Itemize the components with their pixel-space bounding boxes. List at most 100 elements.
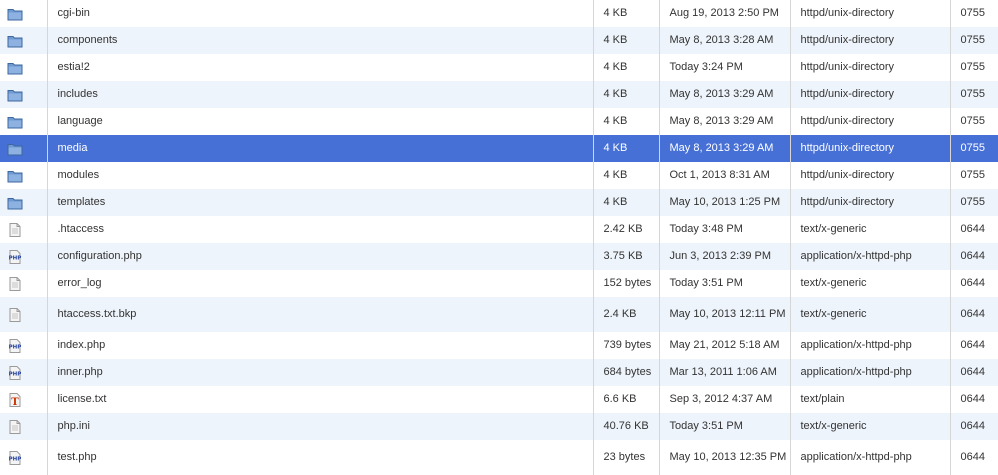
file-name[interactable]: .htaccess	[46, 216, 593, 243]
file-row-htaccess[interactable]: .htaccess 2.42 KB Today 3:48 PM text/x-gene…	[0, 216, 998, 243]
file-type: httpd/unix-directory	[789, 81, 950, 108]
generic-file-icon[interactable]	[7, 222, 23, 238]
generic-file-icon[interactable]	[7, 276, 23, 292]
file-permissions[interactable]: 0644	[949, 297, 998, 332]
file-icon-cell[interactable]	[0, 54, 30, 81]
file-icon-cell[interactable]: PHP	[0, 243, 30, 270]
file-row-inner-php[interactable]: PHP inner.php 684 bytes Mar 13, 2011 1:06 A…	[0, 359, 998, 386]
file-icon-cell[interactable]: PHP	[0, 359, 30, 386]
file-permissions[interactable]: 0644	[949, 359, 998, 386]
file-row-php-ini[interactable]: php.ini 40.76 KB Today 3:51 PM text/x-gener…	[0, 413, 998, 440]
file-icon-cell[interactable]	[0, 297, 30, 332]
file-permissions[interactable]: 0755	[949, 189, 998, 216]
file-name[interactable]: estia!2	[46, 54, 593, 81]
file-icon-cell[interactable]: T	[0, 386, 30, 413]
file-name[interactable]: cgi-bin	[46, 0, 593, 27]
file-row-language[interactable]: language 4 KB May 8, 2013 3:29 AM httpd/uni…	[0, 108, 998, 135]
file-name[interactable]: components	[46, 27, 593, 54]
file-icon-cell[interactable]	[0, 0, 30, 27]
folder-icon[interactable]	[7, 195, 23, 211]
text-file-icon[interactable]: T	[7, 392, 23, 408]
file-row-license-txt[interactable]: Tlicense.txt 6.6 KB Sep 3, 2012 4:37 AM tex…	[0, 386, 998, 413]
file-icon-cell[interactable]: PHP	[0, 440, 30, 475]
file-size: 4 KB	[592, 135, 659, 162]
file-permissions[interactable]: 0755	[949, 54, 998, 81]
file-icon-cell[interactable]: PHP	[0, 332, 30, 359]
folder-icon[interactable]	[7, 6, 23, 22]
generic-file-icon[interactable]	[7, 419, 23, 435]
file-name[interactable]: test.php	[46, 440, 593, 475]
file-type: httpd/unix-directory	[789, 135, 950, 162]
file-permissions[interactable]: 0644	[949, 332, 998, 359]
file-permissions[interactable]: 0644	[949, 413, 998, 440]
file-row-configuration-php[interactable]: PHP configuration.php 3.75 KB Jun 3, 2013 2…	[0, 243, 998, 270]
file-row-index-php[interactable]: PHP index.php 739 bytes May 21, 2012 5:18 A…	[0, 332, 998, 359]
folder-icon[interactable]	[7, 87, 23, 103]
file-name[interactable]: inner.php	[46, 359, 593, 386]
file-icon-cell[interactable]	[0, 108, 30, 135]
generic-file-icon[interactable]	[7, 307, 23, 323]
file-row-estia-2[interactable]: estia!2 4 KB Today 3:24 PM httpd/unix-direc…	[0, 54, 998, 81]
file-name[interactable]: error_log	[46, 270, 593, 297]
folder-icon[interactable]	[7, 33, 23, 49]
file-icon-cell[interactable]	[0, 189, 30, 216]
row-spacer	[30, 189, 47, 216]
file-name[interactable]: media	[46, 135, 593, 162]
file-icon-cell[interactable]	[0, 413, 30, 440]
file-modified: May 10, 2013 1:25 PM	[658, 189, 790, 216]
file-icon-cell[interactable]	[0, 216, 30, 243]
folder-icon[interactable]	[7, 168, 23, 184]
file-name[interactable]: templates	[46, 189, 593, 216]
file-name[interactable]: htaccess.txt.bkp	[46, 297, 593, 332]
svg-text:T: T	[11, 397, 19, 408]
file-size: 6.6 KB	[592, 386, 659, 413]
file-size: 4 KB	[592, 162, 659, 189]
file-row-templates[interactable]: templates 4 KB May 10, 2013 1:25 PM httpd/u…	[0, 189, 998, 216]
file-name[interactable]: license.txt	[46, 386, 593, 413]
file-permissions[interactable]: 0644	[949, 216, 998, 243]
file-row-components[interactable]: components 4 KB May 8, 2013 3:28 AM httpd/u…	[0, 27, 998, 54]
svg-text:PHP: PHP	[9, 371, 22, 377]
file-name[interactable]: includes	[46, 81, 593, 108]
file-permissions[interactable]: 0755	[949, 162, 998, 189]
folder-icon[interactable]	[7, 141, 23, 157]
file-permissions[interactable]: 0755	[949, 135, 998, 162]
file-modified: Jun 3, 2013 2:39 PM	[658, 243, 790, 270]
file-permissions[interactable]: 0755	[949, 27, 998, 54]
file-icon-cell[interactable]	[0, 162, 30, 189]
file-icon-cell[interactable]	[0, 27, 30, 54]
file-type: text/plain	[789, 386, 950, 413]
file-row-cgi-bin[interactable]: cgi-bin 4 KB Aug 19, 2013 2:50 PM httpd/uni…	[0, 0, 998, 27]
file-permissions[interactable]: 0644	[949, 270, 998, 297]
file-permissions[interactable]: 0644	[949, 386, 998, 413]
svg-text:PHP: PHP	[9, 456, 22, 462]
file-permissions[interactable]: 0755	[949, 108, 998, 135]
row-spacer	[30, 216, 47, 243]
php-file-icon[interactable]: PHP	[7, 450, 23, 466]
file-name[interactable]: php.ini	[46, 413, 593, 440]
file-permissions[interactable]: 0644	[949, 440, 998, 475]
file-row-test-php[interactable]: PHP test.php 23 bytes May 10, 2013 12:35 PM…	[0, 440, 998, 475]
folder-icon[interactable]	[7, 114, 23, 130]
php-file-icon[interactable]: PHP	[7, 249, 23, 265]
file-permissions[interactable]: 0644	[949, 243, 998, 270]
file-permissions[interactable]: 0755	[949, 81, 998, 108]
file-modified: May 8, 2013 3:29 AM	[658, 81, 790, 108]
file-icon-cell[interactable]	[0, 135, 30, 162]
file-permissions[interactable]: 0755	[949, 0, 998, 27]
php-file-icon[interactable]: PHP	[7, 338, 23, 354]
file-row-media[interactable]: media 4 KB May 8, 2013 3:29 AM httpd/unix-d…	[0, 135, 998, 162]
file-name[interactable]: language	[46, 108, 593, 135]
file-icon-cell[interactable]	[0, 270, 30, 297]
svg-text:PHP: PHP	[9, 344, 22, 350]
file-row-error-log[interactable]: error_log 152 bytes Today 3:51 PM text/x-ge…	[0, 270, 998, 297]
file-name[interactable]: modules	[46, 162, 593, 189]
file-name[interactable]: index.php	[46, 332, 593, 359]
file-row-htaccess-txt-bkp[interactable]: htaccess.txt.bkp 2.4 KB May 10, 2013 12:11…	[0, 297, 998, 332]
file-row-modules[interactable]: modules 4 KB Oct 1, 2013 8:31 AM httpd/unix…	[0, 162, 998, 189]
folder-icon[interactable]	[7, 60, 23, 76]
file-name[interactable]: configuration.php	[46, 243, 593, 270]
file-icon-cell[interactable]	[0, 81, 30, 108]
php-file-icon[interactable]: PHP	[7, 365, 23, 381]
file-row-includes[interactable]: includes 4 KB May 8, 2013 3:29 AM httpd/uni…	[0, 81, 998, 108]
